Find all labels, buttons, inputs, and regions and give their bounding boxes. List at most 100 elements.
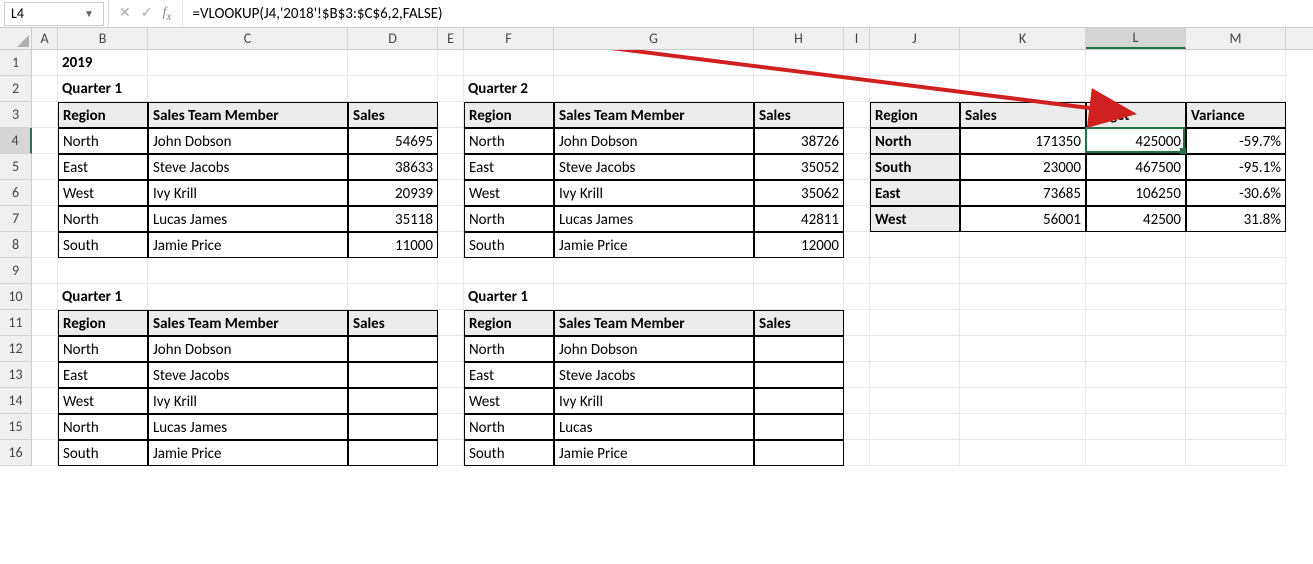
cell-F12[interactable]: North <box>464 336 554 362</box>
cell-D5[interactable]: 38633 <box>348 154 438 180</box>
cell-D2[interactable] <box>348 76 438 102</box>
cell-M7[interactable]: 31.8% <box>1186 206 1286 232</box>
col-header-E[interactable]: E <box>438 28 464 49</box>
cell-J9[interactable] <box>870 258 960 284</box>
cell-G2[interactable] <box>554 76 754 102</box>
cell-K3[interactable]: Sales <box>960 102 1086 128</box>
cell-K12[interactable] <box>960 336 1086 362</box>
cell-F9[interactable] <box>464 258 554 284</box>
cell-G4[interactable]: John Dobson <box>554 128 754 154</box>
cell-F14[interactable]: West <box>464 388 554 414</box>
name-box[interactable]: L4 ▼ <box>4 2 104 26</box>
cell-M14[interactable] <box>1186 388 1286 414</box>
cell-L3[interactable]: Target <box>1086 102 1186 128</box>
cell-A10[interactable] <box>32 284 58 310</box>
row-header-3[interactable]: 3 <box>0 102 32 128</box>
cell-A6[interactable] <box>32 180 58 206</box>
cell-G9[interactable] <box>554 258 754 284</box>
cell-M5[interactable]: -95.1% <box>1186 154 1286 180</box>
cell-J2[interactable] <box>870 76 960 102</box>
cell-B8[interactable]: South <box>58 232 148 258</box>
cell-A13[interactable] <box>32 362 58 388</box>
cell-K16[interactable] <box>960 440 1086 466</box>
cell-D6[interactable]: 20939 <box>348 180 438 206</box>
cell-E6[interactable] <box>438 180 464 206</box>
cell-G5[interactable]: Steve Jacobs <box>554 154 754 180</box>
cell-F4[interactable]: North <box>464 128 554 154</box>
cell-B12[interactable]: North <box>58 336 148 362</box>
cell-G11[interactable]: Sales Team Member <box>554 310 754 336</box>
cell-E5[interactable] <box>438 154 464 180</box>
cell-G13[interactable]: Steve Jacobs <box>554 362 754 388</box>
cell-I4[interactable] <box>844 128 870 154</box>
cell-B16[interactable]: South <box>58 440 148 466</box>
cell-I1[interactable] <box>844 50 870 76</box>
cell-F13[interactable]: East <box>464 362 554 388</box>
cell-J16[interactable] <box>870 440 960 466</box>
cell-D13[interactable] <box>348 362 438 388</box>
cell-H11[interactable]: Sales <box>754 310 844 336</box>
cell-B9[interactable] <box>58 258 148 284</box>
cell-H10[interactable] <box>754 284 844 310</box>
cell-L11[interactable] <box>1086 310 1186 336</box>
cell-J8[interactable] <box>870 232 960 258</box>
cell-L7[interactable]: 42500 <box>1086 206 1186 232</box>
cell-G3[interactable]: Sales Team Member <box>554 102 754 128</box>
cell-F1[interactable] <box>464 50 554 76</box>
cell-C10[interactable] <box>148 284 348 310</box>
cell-A16[interactable] <box>32 440 58 466</box>
cell-A14[interactable] <box>32 388 58 414</box>
cell-C12[interactable]: John Dobson <box>148 336 348 362</box>
cell-C1[interactable] <box>148 50 348 76</box>
cell-A5[interactable] <box>32 154 58 180</box>
cell-C9[interactable] <box>148 258 348 284</box>
cell-M12[interactable] <box>1186 336 1286 362</box>
col-header-L[interactable]: L <box>1086 28 1186 49</box>
cell-M15[interactable] <box>1186 414 1286 440</box>
row-header-2[interactable]: 2 <box>0 76 32 102</box>
cell-F2[interactable]: Quarter 2 <box>464 76 554 102</box>
cell-E15[interactable] <box>438 414 464 440</box>
cell-E8[interactable] <box>438 232 464 258</box>
cell-A11[interactable] <box>32 310 58 336</box>
cell-D7[interactable]: 35118 <box>348 206 438 232</box>
cell-H16[interactable] <box>754 440 844 466</box>
cell-I14[interactable] <box>844 388 870 414</box>
row-header-1[interactable]: 1 <box>0 50 32 76</box>
cell-L2[interactable] <box>1086 76 1186 102</box>
cell-I6[interactable] <box>844 180 870 206</box>
cell-L4[interactable]: 425000 <box>1086 128 1186 154</box>
cell-F7[interactable]: North <box>464 206 554 232</box>
cell-D8[interactable]: 11000 <box>348 232 438 258</box>
cell-D12[interactable] <box>348 336 438 362</box>
cell-I12[interactable] <box>844 336 870 362</box>
cell-L13[interactable] <box>1086 362 1186 388</box>
cell-K11[interactable] <box>960 310 1086 336</box>
cell-L5[interactable]: 467500 <box>1086 154 1186 180</box>
row-header-13[interactable]: 13 <box>0 362 32 388</box>
cell-C16[interactable]: Jamie Price <box>148 440 348 466</box>
cell-G16[interactable]: Jamie Price <box>554 440 754 466</box>
col-header-D[interactable]: D <box>348 28 438 49</box>
cell-D10[interactable] <box>348 284 438 310</box>
col-header-A[interactable]: A <box>32 28 58 49</box>
cell-H6[interactable]: 35062 <box>754 180 844 206</box>
cell-F5[interactable]: East <box>464 154 554 180</box>
cell-E11[interactable] <box>438 310 464 336</box>
cell-C15[interactable]: Lucas James <box>148 414 348 440</box>
cell-K14[interactable] <box>960 388 1086 414</box>
cell-F8[interactable]: South <box>464 232 554 258</box>
cell-G1[interactable] <box>554 50 754 76</box>
cell-J7[interactable]: West <box>870 206 960 232</box>
cell-I9[interactable] <box>844 258 870 284</box>
cell-J11[interactable] <box>870 310 960 336</box>
cell-J12[interactable] <box>870 336 960 362</box>
cell-K2[interactable] <box>960 76 1086 102</box>
cell-H14[interactable] <box>754 388 844 414</box>
cell-L12[interactable] <box>1086 336 1186 362</box>
cell-B4[interactable]: North <box>58 128 148 154</box>
cell-E7[interactable] <box>438 206 464 232</box>
cell-E16[interactable] <box>438 440 464 466</box>
cell-M11[interactable] <box>1186 310 1286 336</box>
cell-B15[interactable]: North <box>58 414 148 440</box>
